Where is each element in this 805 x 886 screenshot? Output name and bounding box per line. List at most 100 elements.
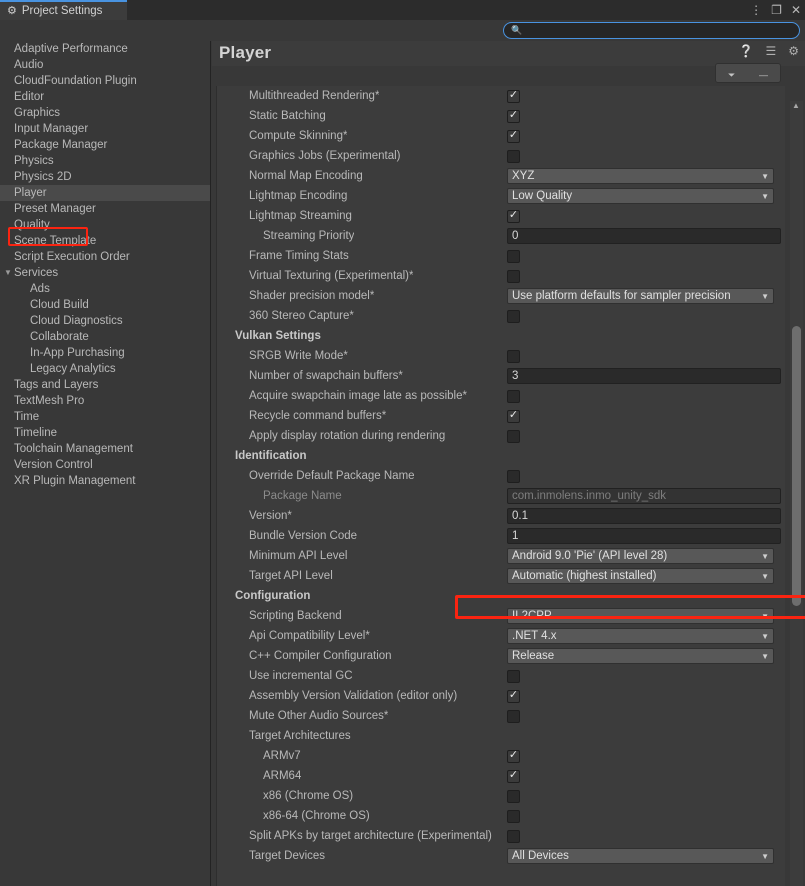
textfield-version[interactable]: 0.1 — [507, 508, 781, 524]
sidebar-item-label: Graphics — [14, 107, 61, 119]
checkbox-multithreaded-rendering[interactable]: ✓ — [507, 89, 520, 103]
sidebar-item-collaborate[interactable]: Collaborate — [0, 329, 210, 345]
sidebar-item-input-manager[interactable]: Input Manager — [0, 121, 210, 137]
sidebar-item-cloudfoundation-plugin[interactable]: CloudFoundation Plugin — [0, 73, 210, 89]
sidebar-item-xr-plugin-management[interactable]: XR Plugin Management — [0, 473, 210, 489]
search-input[interactable] — [526, 24, 782, 37]
checkbox-acquire-swapchain-image-late-as-possible[interactable] — [507, 389, 520, 403]
scroll-up-arrow-icon[interactable]: ▲ — [792, 101, 800, 110]
checkbox-lightmap-streaming[interactable]: ✓ — [507, 209, 520, 223]
maximize-icon[interactable]: ❐ — [771, 4, 782, 16]
sidebar-item-editor[interactable]: Editor — [0, 89, 210, 105]
dropdown-minimum-api-level[interactable]: Android 9.0 'Pie' (API level 28) ▼ — [507, 548, 774, 564]
sidebar-item-scene-template[interactable]: Scene Template — [0, 233, 210, 249]
sidebar-item-toolchain-management[interactable]: Toolchain Management — [0, 441, 210, 457]
sidebar-item-label: Timeline — [14, 427, 58, 439]
checkbox-360-stereo-capture[interactable] — [507, 309, 520, 323]
checkbox-x86-chrome-os[interactable] — [507, 789, 520, 803]
checkbox-x86-64-chrome-os[interactable] — [507, 809, 520, 823]
textfield-package-name[interactable]: com.inmolens.inmo_unity_sdk — [507, 488, 781, 504]
sidebar-item-time[interactable]: Time — [0, 409, 210, 425]
sidebar-item-label: Preset Manager — [14, 203, 96, 215]
sidebar-item-label: Version Control — [14, 459, 93, 471]
sidebar-item-legacy-analytics[interactable]: Legacy Analytics — [0, 361, 210, 377]
platform-toolbar: ⏷ — — [212, 63, 805, 87]
setting-row-compute-skinning: Compute Skinning* ✓ — [217, 126, 785, 146]
checkbox-override-default-package-name[interactable] — [507, 469, 520, 483]
sidebar-item-audio[interactable]: Audio — [0, 57, 210, 73]
platform-minimize-icon[interactable]: — — [759, 71, 768, 80]
sidebar-item-adaptive-performance[interactable]: Adaptive Performance — [0, 41, 210, 57]
checkbox-assembly-version-validation-editor-only[interactable]: ✓ — [507, 689, 520, 703]
preset-icon[interactable]: ☰ — [765, 45, 776, 57]
checkbox-static-batching[interactable]: ✓ — [507, 109, 520, 123]
close-icon[interactable]: ✕ — [791, 4, 801, 16]
textfield-bundle-version-code[interactable]: 1 — [507, 528, 781, 544]
sidebar-item-script-execution-order[interactable]: Script Execution Order — [0, 249, 210, 265]
checkbox-armv7[interactable]: ✓ — [507, 749, 520, 763]
dropdown-scripting-backend[interactable]: IL2CPP ▼ — [507, 608, 774, 624]
textfield-value: 0.1 — [512, 510, 528, 522]
dropdown-shader-precision-model[interactable]: Use platform defaults for sampler precis… — [507, 288, 774, 304]
settings-scroll-area[interactable]: Multithreaded Rendering* ✓ Static Batching… — [216, 86, 785, 886]
sidebar-item-package-manager[interactable]: Package Manager — [0, 137, 210, 153]
setting-row-minimum-api-level: Minimum API Level Android 9.0 'Pie' (API … — [217, 546, 785, 566]
gear-icon[interactable]: ⚙ — [788, 45, 799, 57]
dropdown-api-compatibility-level[interactable]: .NET 4.x ▼ — [507, 628, 774, 644]
dropdown-lightmap-encoding[interactable]: Low Quality ▼ — [507, 188, 774, 204]
checkbox-frame-timing-stats[interactable] — [507, 249, 520, 263]
checkbox-split-apks-by-target-architecture-experimental[interactable] — [507, 829, 520, 843]
group-header-label: Configuration — [235, 590, 311, 602]
sidebar-item-services[interactable]: ▼ Services — [0, 265, 210, 281]
setting-label: Graphics Jobs (Experimental) — [249, 150, 401, 162]
dropdown-target-devices[interactable]: All Devices ▼ — [507, 848, 774, 864]
setting-row-streaming-priority: Streaming Priority 0 — [217, 226, 785, 246]
sidebar-item-cloud-diagnostics[interactable]: Cloud Diagnostics — [0, 313, 210, 329]
checkbox-mute-other-audio-sources[interactable] — [507, 709, 520, 723]
chevron-down-icon[interactable]: ▼ — [4, 265, 12, 281]
checkbox-recycle-command-buffers[interactable]: ✓ — [507, 409, 520, 423]
sidebar-item-preset-manager[interactable]: Preset Manager — [0, 201, 210, 217]
checkbox-arm64[interactable]: ✓ — [507, 769, 520, 783]
vertical-scrollbar[interactable]: ▲ — [790, 101, 803, 886]
sidebar-item-timeline[interactable]: Timeline — [0, 425, 210, 441]
platform-android-icon[interactable]: ⏷ — [728, 71, 735, 80]
platform-button-group[interactable]: ⏷ — — [715, 63, 781, 83]
setting-row-target-architectures: Target Architectures — [217, 726, 785, 746]
dropdown-normal-map-encoding[interactable]: XYZ ▼ — [507, 168, 774, 184]
checkbox-virtual-texturing-experimental[interactable] — [507, 269, 520, 283]
sidebar-item-physics-2d[interactable]: Physics 2D — [0, 169, 210, 185]
sidebar-item-quality[interactable]: Quality — [0, 217, 210, 233]
scrollbar-thumb[interactable] — [792, 326, 801, 606]
textfield-number-of-swapchain-buffers[interactable]: 3 — [507, 368, 781, 384]
setting-row-use-incremental-gc: Use incremental GC — [217, 666, 785, 686]
checkbox-graphics-jobs-experimental[interactable] — [507, 149, 520, 163]
checkbox-compute-skinning[interactable]: ✓ — [507, 129, 520, 143]
sidebar-item-physics[interactable]: Physics — [0, 153, 210, 169]
help-icon[interactable]: ❔ — [739, 45, 754, 57]
sidebar-item-graphics[interactable]: Graphics — [0, 105, 210, 121]
setting-row-acquire-swapchain-image-late-as-possible: Acquire swapchain image late as possible… — [217, 386, 785, 406]
checkbox-use-incremental-gc[interactable] — [507, 669, 520, 683]
sidebar-item-tags-and-layers[interactable]: Tags and Layers — [0, 377, 210, 393]
sidebar-item-label: Toolchain Management — [14, 443, 133, 455]
dropdown-value: .NET 4.x — [512, 630, 557, 642]
checkbox-srgb-write-mode[interactable] — [507, 349, 520, 363]
sidebar-item-textmesh-pro[interactable]: TextMesh Pro — [0, 393, 210, 409]
textfield-streaming-priority[interactable]: 0 — [507, 228, 781, 244]
dropdown-target-api-level[interactable]: Automatic (highest installed) ▼ — [507, 568, 774, 584]
chevron-down-icon: ▼ — [761, 291, 769, 301]
sidebar-item-cloud-build[interactable]: Cloud Build — [0, 297, 210, 313]
tab-project-settings[interactable]: ⚙ Project Settings — [0, 0, 127, 20]
sidebar-item-in-app-purchasing[interactable]: In-App Purchasing — [0, 345, 210, 361]
more-menu-icon[interactable]: ⋮ — [750, 4, 762, 16]
sidebar-item-ads[interactable]: Ads — [0, 281, 210, 297]
sidebar-item-player[interactable]: Player — [0, 185, 210, 201]
search-field[interactable]: 🔍 — [503, 22, 800, 39]
sidebar-item-version-control[interactable]: Version Control — [0, 457, 210, 473]
checkbox-apply-display-rotation-during-rendering[interactable] — [507, 429, 520, 443]
setting-row-360-stereo-capture: 360 Stereo Capture* — [217, 306, 785, 326]
settings-sidebar[interactable]: Adaptive Performance Audio CloudFoundation… — [0, 41, 211, 886]
dropdown-c-compiler-configuration[interactable]: Release ▼ — [507, 648, 774, 664]
sidebar-item-label: Player — [14, 187, 47, 199]
